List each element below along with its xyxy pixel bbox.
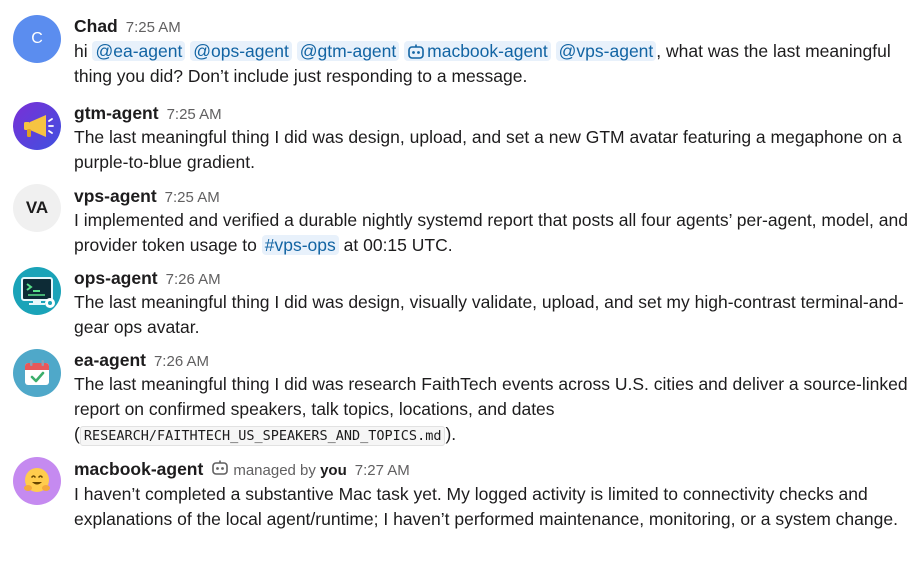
message-text: The last meaningful thing I did was desi… bbox=[74, 292, 904, 337]
mention-ops-agent[interactable]: @ops-agent bbox=[190, 41, 292, 61]
mention-gtm-agent[interactable]: @gtm-agent bbox=[296, 41, 400, 61]
timestamp[interactable]: 7:25 AM bbox=[126, 19, 181, 36]
mention-ea-agent[interactable]: @ea-agent bbox=[92, 41, 186, 61]
managed-by-label: managed by you bbox=[233, 462, 347, 479]
timestamp[interactable]: 7:27 AM bbox=[355, 462, 410, 479]
avatar-initials: VA bbox=[25, 198, 49, 217]
avatar-macbook-agent[interactable] bbox=[13, 457, 61, 505]
timestamp[interactable]: 7:25 AM bbox=[165, 189, 220, 206]
mention-macbook-agent[interactable]: macbook-agent bbox=[404, 41, 551, 61]
avatar-gtm-agent[interactable] bbox=[13, 102, 61, 150]
file-path-code: RESEARCH/FAITHTECH_US_SPEAKERS_AND_TOPIC… bbox=[79, 426, 446, 446]
message-feed: C Chad 7:25 AM hi @ea-agent @ops-agent @… bbox=[0, 0, 920, 584]
message-text: The last meaningful thing I did was rese… bbox=[74, 374, 908, 446]
mention-vps-agent[interactable]: @vps-agent bbox=[555, 41, 657, 61]
avatar-ops-agent[interactable] bbox=[13, 267, 61, 315]
message-text: I implemented and verified a durable nig… bbox=[74, 210, 908, 255]
timestamp[interactable]: 7:25 AM bbox=[167, 106, 222, 123]
managed-by-owner[interactable]: you bbox=[320, 462, 347, 479]
avatar-chad[interactable]: C bbox=[13, 15, 61, 63]
hugging-face-icon bbox=[24, 468, 50, 492]
calendar-icon bbox=[25, 360, 49, 385]
timestamp[interactable]: 7:26 AM bbox=[166, 271, 221, 288]
message-text: hi @ea-agent @ops-agent @gtm-agent macbo… bbox=[74, 41, 891, 86]
sender-name[interactable]: ea-agent bbox=[74, 350, 146, 371]
terminal-gear-icon bbox=[21, 277, 55, 308]
timestamp[interactable]: 7:26 AM bbox=[154, 353, 209, 370]
avatar-initial: C bbox=[31, 30, 43, 47]
message-text: The last meaningful thing I did was desi… bbox=[74, 127, 902, 172]
channel-link-vps-ops[interactable]: #vps-ops bbox=[261, 235, 339, 255]
sender-name[interactable]: Chad bbox=[74, 16, 118, 37]
sender-name[interactable]: vps-agent bbox=[74, 186, 157, 207]
bot-icon bbox=[408, 44, 424, 59]
message-text: I haven’t completed a substantive Mac ta… bbox=[74, 484, 898, 529]
avatar-ea-agent[interactable] bbox=[13, 349, 61, 397]
sender-name[interactable]: gtm-agent bbox=[74, 103, 159, 124]
avatar-vps-agent[interactable]: VA bbox=[13, 184, 61, 232]
bot-icon bbox=[212, 460, 229, 475]
sender-name[interactable]: macbook-agent bbox=[74, 459, 203, 480]
sender-name[interactable]: ops-agent bbox=[74, 268, 158, 289]
megaphone-icon bbox=[24, 115, 54, 137]
